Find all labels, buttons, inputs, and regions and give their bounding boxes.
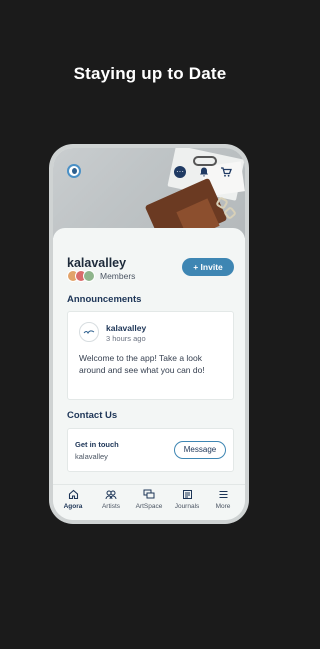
post-timestamp: 3 hours ago — [106, 334, 146, 343]
cover-image: ··· — [53, 148, 245, 238]
contact-card-title: Get in touch — [75, 440, 119, 449]
nav-label: Journals — [174, 503, 200, 510]
cover-glasses — [193, 156, 217, 166]
nav-label: More — [215, 503, 231, 510]
home-icon — [55, 489, 91, 501]
journal-icon — [169, 489, 205, 501]
phone-screen: ··· kalavalley Members + Invite Announce… — [53, 148, 245, 520]
message-button[interactable]: Message — [174, 441, 226, 459]
nav-item-journals[interactable]: Journals — [169, 489, 205, 510]
nav-item-artists[interactable]: Artists — [93, 489, 129, 510]
post-body: Welcome to the app! Take a look around a… — [79, 353, 205, 375]
user-avatar[interactable] — [67, 164, 81, 178]
contact-card-subtitle: kalavalley — [75, 452, 108, 461]
nav-label: Artists — [101, 503, 121, 510]
post-author-avatar — [79, 322, 99, 342]
chat-icon[interactable]: ··· — [174, 166, 186, 178]
site-name: kalavalley — [67, 256, 127, 270]
group-icon — [93, 489, 129, 501]
nav-item-more[interactable]: More — [205, 489, 241, 510]
menu-icon — [205, 489, 241, 501]
bell-icon[interactable] — [198, 166, 210, 178]
announcements-title: Announcements — [67, 294, 142, 305]
nav-item-agora[interactable]: Agora — [55, 489, 91, 510]
contact-card: Get in touch kalavalley Message — [67, 428, 234, 472]
members-label: Members — [100, 271, 136, 281]
announcement-post[interactable]: kalavalley 3 hours ago Welcome to the ap… — [67, 311, 234, 400]
promo-headline: Staying up to Date — [73, 64, 227, 83]
post-author: kalavalley — [106, 323, 147, 333]
member-avatar — [83, 270, 95, 282]
nav-label: Agora — [63, 503, 83, 510]
invite-button[interactable]: + Invite — [182, 258, 234, 276]
cart-icon[interactable] — [220, 166, 232, 178]
contact-title: Contact Us — [67, 410, 118, 421]
chat-bubbles-icon — [131, 489, 167, 501]
nav-item-artspace[interactable]: ArtSpace — [131, 489, 167, 510]
bottom-nav: Agora Artists ArtSpace Journals More — [53, 484, 245, 520]
nav-label: ArtSpace — [135, 503, 163, 510]
